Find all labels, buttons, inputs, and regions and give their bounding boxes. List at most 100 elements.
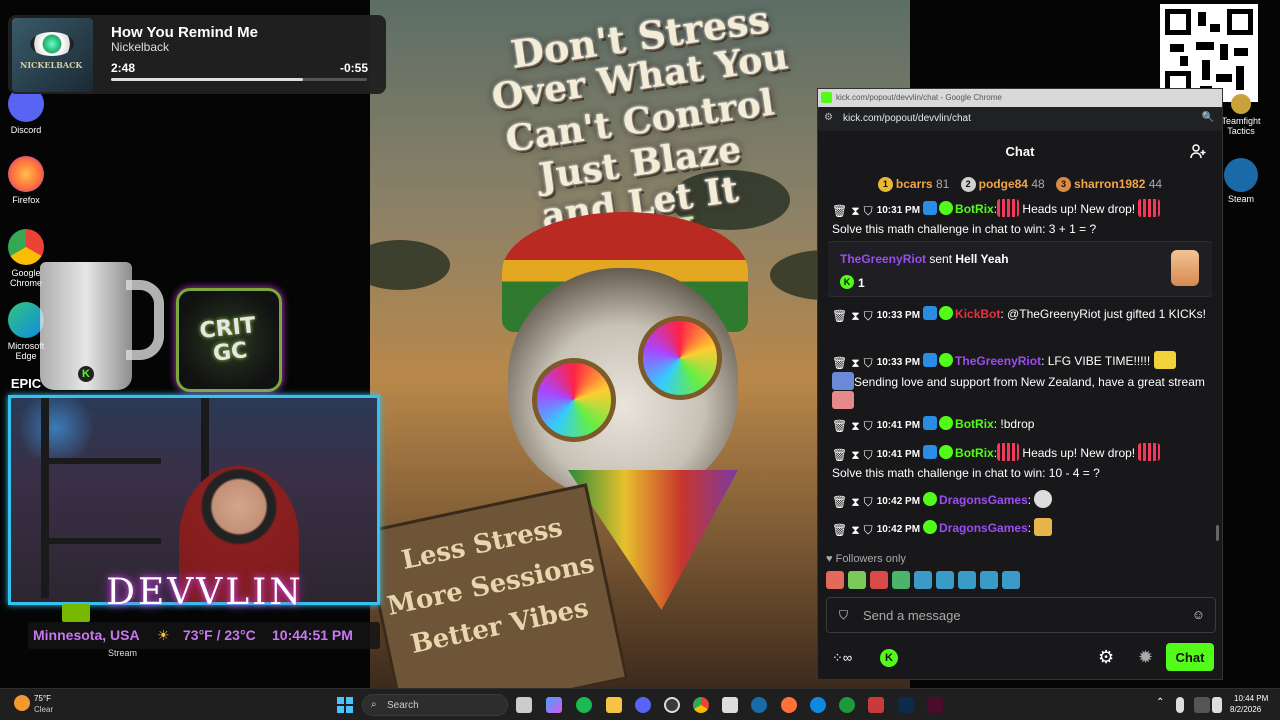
xbox-icon[interactable] xyxy=(839,697,855,713)
trash-icon[interactable]: 🗑 xyxy=(832,307,847,325)
chat-message[interactable]: 🗑 ⧗ ⛉ 10:42 PM DragonsGames: xyxy=(832,518,1210,539)
chat-message[interactable]: 🗑 ⧗ ⛉ 10:42 PM DragonsGames: xyxy=(832,490,1210,511)
weather-icon[interactable] xyxy=(14,695,30,711)
now-playing-widget[interactable]: NICKELBACK How You Remind Me Nickelback … xyxy=(8,15,386,94)
leaderboard-entry[interactable]: 1 bcarrs 81 xyxy=(877,177,949,192)
message-input-box[interactable]: ⛉ ☺ xyxy=(826,597,1216,633)
shield-icon[interactable]: ⛉ xyxy=(864,446,873,464)
emote-icon[interactable] xyxy=(826,571,844,589)
trash-icon[interactable]: 🗑 xyxy=(832,202,847,220)
indesign-icon[interactable] xyxy=(927,697,943,713)
chat-message[interactable]: 🗑 ⧗ ⛉ 10:41 PM BotRix: !bdrop xyxy=(832,415,1210,435)
site-info-icon[interactable]: ⚙ xyxy=(824,112,833,123)
message-input[interactable] xyxy=(863,605,1173,625)
window-title-bar[interactable]: kick.com/popout/devvlin/chat - Google Ch… xyxy=(818,89,1222,107)
emote-icon[interactable] xyxy=(958,571,976,589)
timeout-icon[interactable]: ⧗ xyxy=(851,446,859,464)
spotify-icon[interactable] xyxy=(576,697,592,713)
address-bar[interactable]: ⚙ kick.com/popout/devvlin/chat 🔍 xyxy=(818,107,1222,131)
crit-gc-line: GC xyxy=(211,338,249,367)
zoom-icon[interactable]: 🔍 xyxy=(1202,112,1214,123)
timeout-icon[interactable]: ⧗ xyxy=(851,417,859,435)
chat-message[interactable]: 🗑 ⧗ ⛉ 10:41 PM BotRix: Heads up! New drop! S… xyxy=(832,443,1210,482)
volume-icon[interactable] xyxy=(1212,697,1222,713)
snipping-tool-icon[interactable] xyxy=(868,697,884,713)
chat-username[interactable]: DragonsGames xyxy=(939,493,1028,507)
leaderboard-entry[interactable]: 3 sharron1982 44 xyxy=(1056,177,1162,192)
chat-username[interactable]: DragonsGames xyxy=(939,521,1028,535)
timeout-icon[interactable]: ⧗ xyxy=(851,202,859,220)
badge-star-icon[interactable]: ✹ xyxy=(1138,647,1153,668)
trash-icon[interactable]: 🗑 xyxy=(832,417,847,435)
users-icon[interactable] xyxy=(1190,144,1206,159)
copilot-icon[interactable] xyxy=(546,697,562,713)
chat-message[interactable]: 🗑 ⧗ ⛉ 10:33 PM KickBot: @TheGreenyRiot just … xyxy=(832,305,1210,325)
chat-message[interactable]: 🗑 ⧗ ⛉ 10:33 PM TheGreenyRiot: LFG VIBE TIME!… xyxy=(832,351,1210,410)
chat-message-list[interactable]: 🗑 ⧗ ⛉ 10:31 PM BotRix: Heads up! New drop! S… xyxy=(828,197,1212,547)
teamfight-tactics-icon xyxy=(1231,94,1251,114)
chevron-up-icon[interactable]: ⌃ xyxy=(1156,697,1164,708)
song-progress-bar[interactable] xyxy=(111,78,367,81)
timeout-icon[interactable]: ⧗ xyxy=(851,307,859,325)
chat-username[interactable]: TheGreenyRiot xyxy=(955,354,1041,368)
chat-message[interactable]: 🗑 ⧗ ⛉ 10:31 PM BotRix: Heads up! New drop! S… xyxy=(832,199,1210,238)
emote-icon[interactable] xyxy=(848,571,866,589)
shield-icon[interactable]: ⛉ xyxy=(864,493,873,511)
network-icon[interactable] xyxy=(1194,697,1210,713)
steam-icon[interactable] xyxy=(751,697,767,713)
photoshop-icon[interactable] xyxy=(898,697,914,713)
task-view-icon[interactable] xyxy=(516,697,532,713)
chrome-icon[interactable] xyxy=(693,697,709,713)
leaderboard-entry[interactable]: 2 podge84 48 xyxy=(960,177,1045,192)
infinity-points-icon[interactable]: ⁘∞ xyxy=(832,650,852,666)
trash-icon[interactable]: 🗑 xyxy=(832,354,847,372)
emoji-icon[interactable]: ☺ xyxy=(1192,607,1205,622)
timeout-icon[interactable]: ⧗ xyxy=(851,354,859,372)
taskbar-clock[interactable]: 10:44 PM xyxy=(1234,694,1268,703)
shield-icon[interactable]: ⛉ xyxy=(864,417,873,435)
trash-icon[interactable]: 🗑 xyxy=(832,493,847,511)
edge-icon xyxy=(8,302,44,338)
shield-icon[interactable]: ⛉ xyxy=(864,354,873,372)
taskbar-search[interactable]: ⌕ Search xyxy=(362,694,508,716)
file-explorer-icon[interactable] xyxy=(606,697,622,713)
trash-icon[interactable]: 🗑 xyxy=(832,446,847,464)
gift-notification-card[interactable]: TheGreenyRiot sent Hell Yeah K 1 xyxy=(828,241,1212,297)
shield-icon[interactable]: ⛉ xyxy=(864,202,873,220)
chrome-popout-window[interactable]: kick.com/popout/devvlin/chat - Google Ch… xyxy=(817,88,1223,680)
emote-icon[interactable] xyxy=(936,571,954,589)
taskbar-temperature[interactable]: 75°F xyxy=(34,694,51,703)
emote-icon[interactable] xyxy=(980,571,998,589)
chat-username[interactable]: KickBot xyxy=(955,307,1000,321)
shield-icon[interactable]: ⛉ xyxy=(864,521,873,539)
chat-username[interactable]: BotRix xyxy=(955,417,994,431)
store-icon[interactable] xyxy=(722,697,738,713)
start-button-icon[interactable] xyxy=(337,697,353,713)
emote-icon[interactable] xyxy=(892,571,910,589)
taskbar-condition[interactable]: Clear xyxy=(34,705,53,714)
emote-icon[interactable] xyxy=(870,571,888,589)
microphone-icon[interactable] xyxy=(1176,697,1184,713)
chat-username[interactable]: BotRix xyxy=(955,446,994,460)
desktop-icon-firefox[interactable]: Firefox xyxy=(0,156,52,205)
shield-icon[interactable]: ⛉ xyxy=(864,307,873,325)
timeout-icon[interactable]: ⧗ xyxy=(851,493,859,511)
timeout-icon[interactable]: ⧗ xyxy=(851,521,859,539)
emote-icon[interactable] xyxy=(914,571,932,589)
discord-icon[interactable] xyxy=(635,697,651,713)
send-chat-button[interactable]: Chat xyxy=(1166,643,1214,671)
kick-badge-icon: K xyxy=(78,366,94,382)
gift-count: 1 xyxy=(858,276,865,290)
chat-scrollbar[interactable] xyxy=(1216,525,1219,541)
edge-icon[interactable] xyxy=(810,697,826,713)
settings-gear-icon[interactable]: ⚙ xyxy=(1098,647,1114,668)
chat-username[interactable]: BotRix xyxy=(955,202,994,216)
trash-icon[interactable]: 🗑 xyxy=(832,521,847,539)
firefox-icon[interactable] xyxy=(781,697,797,713)
address-url[interactable]: kick.com/popout/devvlin/chat xyxy=(843,113,971,124)
kick-icon[interactable]: K xyxy=(880,649,898,667)
obs-icon[interactable] xyxy=(664,697,680,713)
gift-sender[interactable]: TheGreenyRiot xyxy=(840,252,926,266)
taskbar-date[interactable]: 8/2/2026 xyxy=(1230,705,1261,714)
emote-icon[interactable] xyxy=(1002,571,1020,589)
